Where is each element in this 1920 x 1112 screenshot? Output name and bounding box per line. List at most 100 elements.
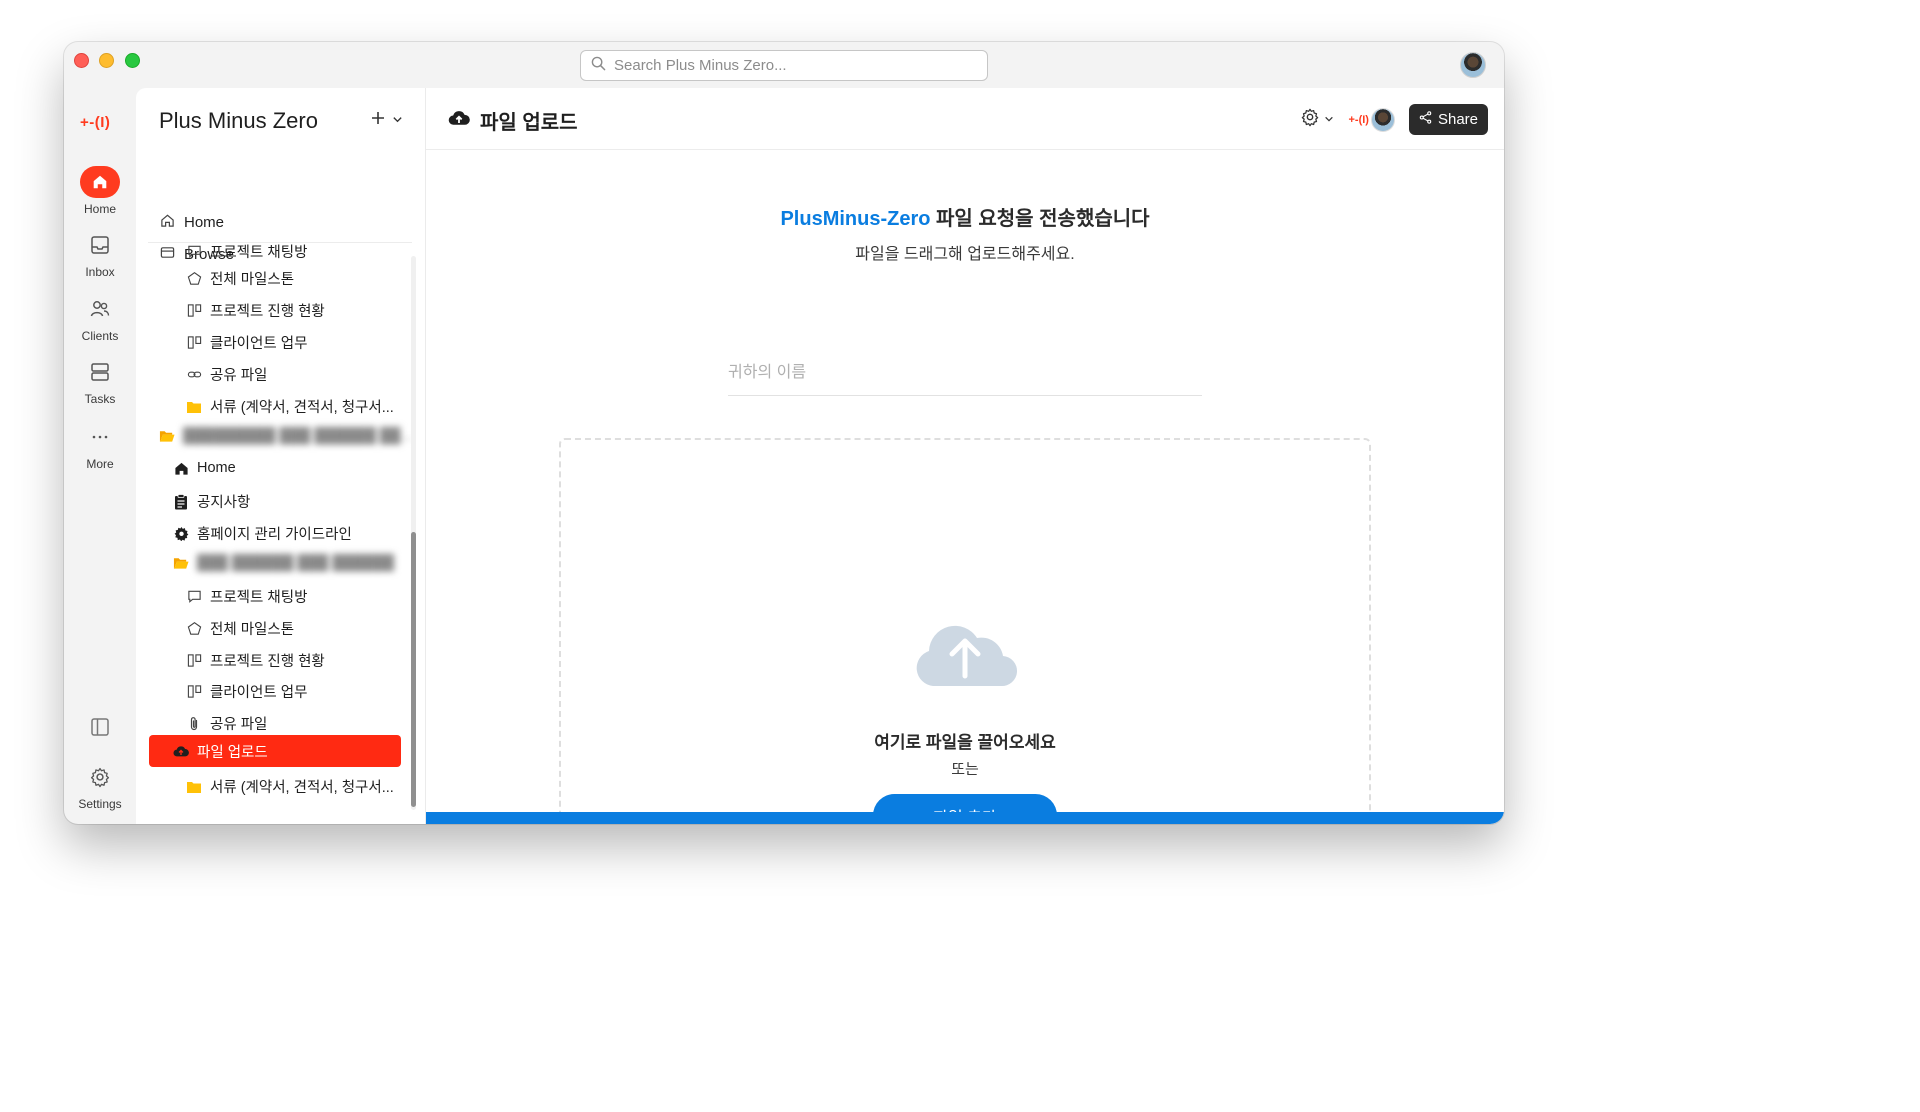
tree-item-notices[interactable]: 공지사항: [173, 491, 250, 512]
home-outline-icon: [160, 213, 175, 232]
rail-label-clients: Clients: [81, 329, 119, 343]
headline-brand: PlusMinus-Zero: [780, 208, 931, 230]
chevron-down-icon: [1324, 111, 1334, 129]
global-search[interactable]: Search Plus Minus Zero...: [580, 50, 988, 81]
sidebar-item-home[interactable]: Home: [160, 213, 400, 232]
workspace-mini-logo: +-(I): [1348, 113, 1369, 126]
share-icon: [1419, 111, 1432, 128]
bottom-accent-bar: [426, 812, 1504, 824]
tree-folder-blurred-1[interactable]: █████████ ███ ██████ ██...: [159, 428, 413, 444]
main-header: 파일 업로드 +-(I) Share: [426, 88, 1504, 150]
tree-item-file-upload[interactable]: 파일 업로드: [149, 735, 401, 767]
tree-item-documents-2[interactable]: 서류 (계약서, 견적서, 청구서...: [186, 776, 394, 797]
dropzone-or: 또는: [951, 761, 979, 778]
sidebar-toggle-icon: [89, 716, 111, 743]
share-label: Share: [1437, 111, 1478, 128]
workspace-actions: [370, 110, 403, 131]
pentagon-icon: [186, 271, 202, 287]
kanban-icon: [186, 684, 202, 700]
folder-open-icon: [159, 428, 175, 444]
tree-item-project-chat-2[interactable]: 프로젝트 채팅방: [186, 586, 307, 607]
rail-item-inbox[interactable]: Inbox: [64, 234, 136, 279]
request-headline: PlusMinus-Zero 파일 요청을 전송했습니다: [426, 202, 1504, 231]
main-content: 파일 업로드 +-(I) Share PlusMinus-Zero 파일 요청을…: [426, 88, 1504, 824]
tree-item-milestones[interactable]: 전체 마일스톤: [186, 268, 294, 289]
toggle-sidebar-button[interactable]: [64, 716, 136, 743]
workspace-title[interactable]: Plus Minus Zero: [159, 108, 318, 134]
tree-item-client-tasks[interactable]: 클라이언트 업무: [186, 332, 307, 353]
cloud-upload-icon: [911, 616, 1019, 693]
page-settings-menu[interactable]: [1300, 107, 1334, 132]
clipboard-icon: [173, 493, 189, 510]
page-title-text: 파일 업로드: [480, 112, 578, 134]
share-button[interactable]: Share: [1408, 104, 1488, 135]
kanban-icon: [186, 653, 202, 669]
folder-open-icon: [173, 555, 189, 571]
search-placeholder: Search Plus Minus Zero...: [614, 57, 787, 74]
home-filled-icon: [173, 460, 189, 476]
rail-label-home: Home: [83, 202, 116, 216]
participant-avatar: [1370, 107, 1395, 132]
tree-item-home-2[interactable]: Home: [173, 460, 236, 476]
search-icon: [591, 56, 606, 76]
title-bar: Search Plus Minus Zero...: [64, 42, 1504, 88]
headline-text: 파일 요청을 전송했습니다: [930, 208, 1150, 230]
tree-item-shared-files-2[interactable]: 공유 파일: [186, 713, 267, 734]
sidebar-scrollbar[interactable]: [411, 256, 416, 810]
request-subline: 파일을 드래그해 업로드해주세요.: [855, 246, 1075, 263]
gear-filled-icon: [173, 526, 189, 542]
rail-item-more[interactable]: More: [64, 426, 136, 471]
participants[interactable]: +-(I): [1348, 107, 1395, 132]
cloud-upload-icon: [173, 743, 189, 759]
dropzone-title: 여기로 파일을 끌어오세요: [874, 733, 1056, 752]
app-window: Search Plus Minus Zero... +-(I) Home Inb…: [64, 42, 1504, 824]
inbox-icon: [89, 234, 111, 261]
left-rail: +-(I) Home Inbox Clients Tasks More Sett…: [64, 88, 136, 824]
tree-item-progress[interactable]: 프로젝트 진행 현황: [186, 300, 325, 321]
sidebar-divider: [148, 242, 412, 243]
sidebar-scroll-thumb[interactable]: [411, 532, 416, 807]
link-icon: [186, 367, 202, 383]
tree-folder-blurred-2[interactable]: ███ ██████ ███ ██████: [173, 555, 394, 571]
home-icon: [80, 166, 120, 198]
chat-icon: [186, 589, 202, 605]
tree-item-client-tasks-2[interactable]: 클라이언트 업무: [186, 681, 307, 702]
tasks-icon: [89, 361, 111, 388]
tree-item-shared-files[interactable]: 공유 파일: [186, 364, 267, 385]
header-actions: +-(I) Share: [1300, 104, 1488, 135]
rail-item-tasks[interactable]: Tasks: [64, 361, 136, 406]
kanban-icon: [186, 335, 202, 351]
tree-item-homepage-guidelines[interactable]: 홈페이지 관리 가이드라인: [173, 523, 352, 544]
chevron-down-icon[interactable]: [392, 112, 403, 130]
page-title: 파일 업로드: [448, 106, 578, 135]
gear-icon: [1300, 107, 1320, 132]
app-logo[interactable]: +-(I): [80, 114, 110, 131]
close-window-button[interactable]: [74, 53, 89, 68]
rail-label-tasks: Tasks: [84, 392, 116, 406]
user-avatar[interactable]: [1460, 52, 1486, 78]
rail-item-home[interactable]: Home: [64, 166, 136, 216]
tree-item-documents[interactable]: 서류 (계약서, 견적서, 청구서...: [186, 396, 394, 417]
rail-item-settings[interactable]: Settings: [64, 766, 136, 811]
rail-label-inbox: Inbox: [85, 265, 115, 279]
minimize-window-button[interactable]: [99, 53, 114, 68]
rail-label-more: More: [86, 457, 114, 471]
add-icon[interactable]: [370, 110, 386, 131]
paperclip-icon: [186, 716, 202, 732]
sidebar-tree: 프로젝트 채팅방 전체 마일스톤 프로젝트 진행 현황 클라이언트 업무 공유 …: [136, 244, 416, 824]
gear-icon: [89, 766, 111, 793]
clients-icon: [89, 298, 111, 325]
zoom-window-button[interactable]: [125, 53, 140, 68]
tree-item-project-chat[interactable]: 프로젝트 채팅방: [186, 244, 307, 262]
tree-item-progress-2[interactable]: 프로젝트 진행 현황: [186, 650, 325, 671]
tree-item-milestones-2[interactable]: 전체 마일스톤: [186, 618, 294, 639]
folder-icon: [186, 399, 202, 415]
pentagon-icon: [186, 621, 202, 637]
rail-label-settings: Settings: [78, 797, 122, 811]
name-input[interactable]: [728, 350, 1202, 396]
rail-item-clients[interactable]: Clients: [64, 298, 136, 343]
sidebar-item-label: Home: [184, 214, 225, 231]
more-icon: [89, 426, 111, 453]
sidebar-panel: Plus Minus Zero Home Browse 프로젝트 채팅방 전체 …: [136, 88, 426, 824]
kanban-icon: [186, 303, 202, 319]
